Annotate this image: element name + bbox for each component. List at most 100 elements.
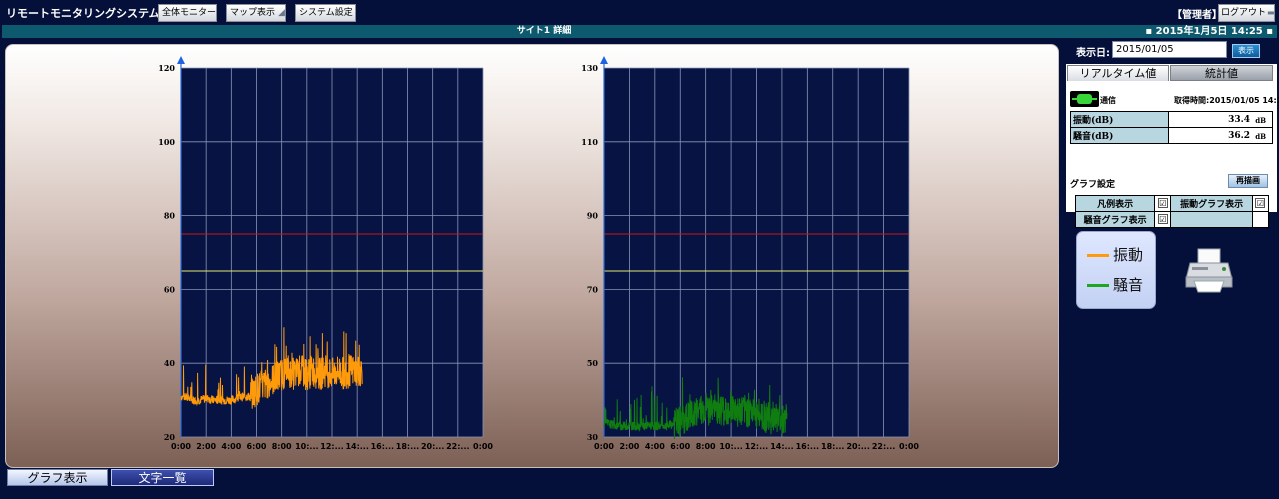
nav-system-settings-button[interactable]: システム設定✎	[295, 4, 356, 22]
y-tick-label: 30	[587, 432, 599, 442]
tab-realtime-values[interactable]: リアルタイム値	[1067, 65, 1169, 81]
y-tick-label: 110	[581, 137, 598, 147]
y-axis-arrow-icon	[177, 56, 185, 64]
x-tick-label: 2:00	[196, 442, 216, 451]
empty-cell	[1251, 211, 1270, 228]
nav-button-label: マップ表示	[230, 8, 276, 18]
x-tick-label: 12:...	[320, 442, 343, 451]
y-tick-label: 20	[164, 432, 176, 442]
reading-number: 33.4	[1228, 114, 1250, 125]
map-icon: ◢	[278, 8, 285, 18]
x-tick-label: 18:...	[821, 442, 844, 451]
connection-status: 通信	[1100, 96, 1116, 105]
reading-label: 振動(dB)	[1070, 111, 1169, 128]
x-tick-label: 20:...	[421, 442, 444, 451]
nav-button-label: システム設定	[299, 8, 353, 18]
tab-text-list[interactable]: 文字一覧	[111, 469, 214, 486]
display-date-label: 表示日:	[1076, 48, 1110, 59]
top-bar: リモートモニタリングシステム 全体モニター▭ マップ表示◢ システム設定✎ 【管…	[0, 0, 1279, 24]
x-tick-label: 20:...	[846, 442, 869, 451]
x-tick-label: 6:00	[247, 442, 267, 451]
checkbox-mark: ☑	[1157, 214, 1168, 225]
y-tick-label: 100	[158, 137, 175, 147]
y-tick-label: 70	[587, 284, 599, 294]
page-title: サイト1 詳細	[516, 26, 572, 36]
table-row: 振動(dB) 33.4 dB	[1070, 111, 1273, 128]
table-row: 騒音グラフ表示 ☑	[1074, 211, 1270, 228]
vibration-graph-display-label: 振動グラフ表示	[1170, 195, 1253, 212]
tab-graph-view[interactable]: グラフ表示	[7, 469, 108, 486]
reading-value: 36.2 dB	[1168, 127, 1273, 144]
y-axis-arrow-icon	[600, 56, 608, 64]
reading-label: 騒音(dB)	[1070, 127, 1169, 144]
legend-swatch	[1087, 254, 1109, 257]
right-panel: 表示日: 表示 リアルタイム値 統計値 通信 取得時間:2015/01/05 1…	[1066, 40, 1279, 228]
checkbox-mark: ☑	[1255, 198, 1266, 209]
graph-setting-label: グラフ設定	[1070, 180, 1116, 190]
legend-label: 振動	[1113, 246, 1144, 264]
redraw-button[interactable]: 再描画	[1228, 174, 1268, 188]
legend-swatch	[1087, 284, 1109, 287]
x-tick-label: 4:00	[645, 442, 665, 451]
y-tick-label: 130	[581, 63, 598, 73]
table-row: 騒音(dB) 36.2 dB	[1070, 127, 1273, 144]
table-row: 凡例表示 ☑ 振動グラフ表示 ☑	[1074, 195, 1270, 212]
admin-label: 【管理者】	[1172, 10, 1222, 21]
x-tick-label: 4:00	[221, 442, 241, 451]
graph-settings-table: 凡例表示 ☑ 振動グラフ表示 ☑ 騒音グラフ表示 ☑	[1074, 195, 1270, 228]
y-tick-label: 90	[587, 211, 599, 221]
tab-statistics[interactable]: 統計値	[1170, 65, 1273, 81]
y-tick-label: 60	[164, 284, 176, 294]
x-tick-label: 8:00	[696, 442, 716, 451]
legend-display-checkbox[interactable]: ☑	[1154, 195, 1172, 212]
x-tick-label: 0:00	[171, 442, 191, 451]
chart-legend: 振動 騒音	[1076, 231, 1156, 309]
y-tick-label: 40	[164, 358, 176, 368]
x-tick-label: 10:...	[719, 442, 742, 451]
x-tick-label: 0:00	[594, 442, 614, 451]
logout-icon: ▬	[1267, 8, 1275, 17]
readings-table: 振動(dB) 33.4 dB 騒音(dB) 36.2 dB	[1070, 111, 1273, 144]
legend-display-label: 凡例表示	[1074, 195, 1156, 212]
checkbox-mark: ☑	[1157, 198, 1168, 209]
printer-icon[interactable]	[1184, 247, 1234, 293]
x-tick-label: 0:00	[899, 442, 919, 451]
logout-button[interactable]: ログアウト▬	[1218, 4, 1275, 22]
y-tick-label: 120	[158, 63, 175, 73]
x-tick-label: 10:...	[295, 442, 318, 451]
nav-map-button[interactable]: マップ表示 ◢	[226, 4, 286, 22]
x-tick-label: 6:00	[670, 442, 690, 451]
x-tick-label: 16:...	[796, 442, 819, 451]
x-tick-label: 18:...	[396, 442, 419, 451]
nav-button-label: 全体モニター	[162, 8, 217, 18]
x-tick-label: 22:...	[872, 442, 895, 451]
y-tick-label: 50	[587, 358, 599, 368]
x-tick-label: 14:...	[345, 442, 368, 451]
values-box: リアルタイム値 統計値 通信 取得時間:2015/01/05 14:22:28 …	[1066, 64, 1279, 228]
header-strip: サイト1 詳細 ▪ 2015年1月5日 14:25 ▪	[2, 25, 1277, 38]
acquired-time: 取得時間:2015/01/05 14:22:28	[1174, 96, 1279, 105]
connection-status-row: 通信 取得時間:2015/01/05 14:22:28	[1070, 91, 1279, 107]
reading-unit: dB	[1255, 116, 1266, 125]
noise-graph-display-checkbox[interactable]: ☑	[1154, 211, 1172, 228]
reading-value: 33.4 dB	[1168, 111, 1273, 128]
nav-overall-monitor-button[interactable]: 全体モニター▭	[158, 4, 217, 22]
x-tick-label: 8:00	[272, 442, 292, 451]
x-tick-label: 12:...	[745, 442, 768, 451]
x-tick-label: 0:00	[473, 442, 493, 451]
x-tick-label: 14:...	[770, 442, 793, 451]
reading-number: 36.2	[1228, 130, 1250, 141]
x-tick-label: 2:00	[619, 442, 639, 451]
vibration-graph-display-checkbox[interactable]: ☑	[1251, 195, 1270, 212]
logout-label: ログアウト	[1221, 8, 1267, 18]
graph-panel: 0:00 2:00 4:00 6:00 8:00 10:... 12:... 14:... 16…	[5, 44, 1059, 468]
show-button[interactable]: 表示	[1232, 44, 1260, 58]
noise-graph-display-label: 騒音グラフ表示	[1074, 211, 1156, 228]
y-tick-label: 80	[164, 211, 176, 221]
noise-chart: 0:00 2:00 4:00 6:00 8:00 10:... 12:... 14:... 16…	[581, 56, 919, 451]
x-tick-label: 22:...	[446, 442, 469, 451]
app-title: リモートモニタリングシステム	[6, 7, 160, 20]
display-date-input[interactable]	[1112, 41, 1227, 58]
legend-label: 騒音	[1113, 276, 1144, 294]
empty-cell	[1170, 211, 1253, 228]
